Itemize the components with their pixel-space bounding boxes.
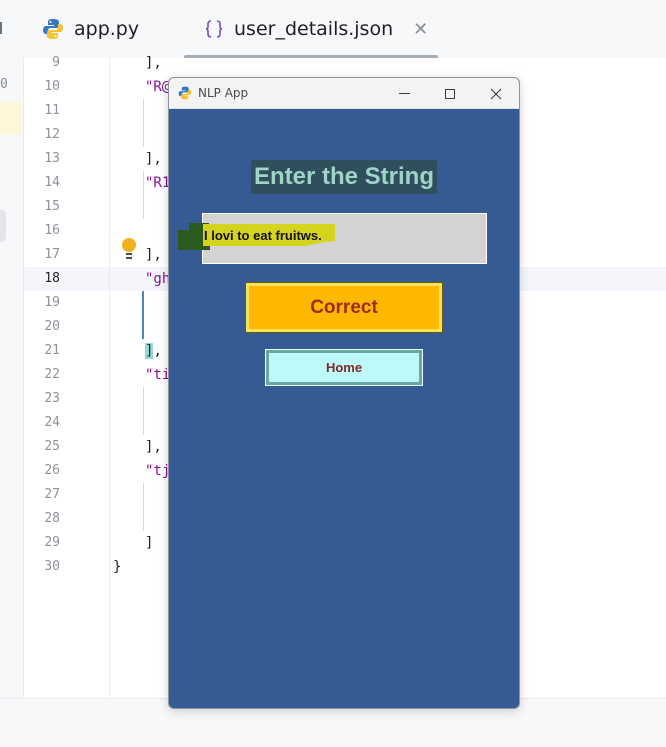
python-icon — [43, 19, 63, 39]
code-line: ], — [145, 55, 162, 71]
editor-tab-bar: app.py user_details.json ✕ — [0, 0, 666, 59]
code-line: "gh — [145, 271, 171, 287]
close-icon[interactable]: ✕ — [413, 19, 428, 40]
line-number: 11 — [44, 103, 60, 118]
line-number: 16 — [44, 223, 60, 238]
indent-guide — [143, 99, 144, 147]
line-number: 27 — [44, 487, 60, 502]
enter-string-heading: Enter the String — [251, 160, 437, 194]
window-title: NLP App — [198, 86, 249, 100]
line-number: 28 — [44, 511, 60, 526]
home-button[interactable]: Home — [265, 349, 423, 386]
line-number: 23 — [44, 391, 60, 406]
nlp-app-window: NLP App Enter the String I lovi to eat f… — [168, 77, 520, 709]
tool-window-strip: 0 — [0, 58, 24, 698]
line-number: 13 — [44, 151, 60, 166]
code-line: ] — [145, 535, 154, 551]
line-number: 14 — [44, 175, 60, 190]
line-number: 20 — [44, 319, 60, 334]
strip-glyph: 0 — [0, 77, 8, 92]
line-number: 29 — [44, 535, 60, 550]
line-number: 26 — [44, 463, 60, 478]
close-icon — [490, 88, 502, 99]
line-number: 24 — [44, 415, 60, 430]
window-close-button[interactable] — [473, 78, 519, 109]
line-number-current: 18 — [44, 271, 60, 286]
comma: , — [153, 343, 162, 359]
maximize-icon — [445, 88, 455, 99]
line-number: 21 — [44, 343, 60, 358]
tab-app-py[interactable]: app.py — [42, 0, 139, 58]
line-number: 10 — [44, 79, 60, 94]
string-input[interactable]: I lovi to eat fruitws. — [178, 213, 487, 264]
python-icon — [178, 86, 192, 100]
code-line: ], — [145, 439, 162, 455]
code-line: } — [113, 559, 122, 575]
window-titlebar[interactable]: NLP App — [169, 78, 519, 109]
code-line: ], — [145, 151, 162, 167]
line-number: 22 — [44, 367, 60, 382]
line-number: 19 — [44, 295, 60, 310]
code-line: "R@ — [145, 79, 171, 95]
lightbulb-icon[interactable] — [120, 236, 138, 262]
gutter-separator — [109, 58, 110, 698]
correct-button[interactable]: Correct — [245, 282, 443, 333]
tab-label: app.py — [74, 18, 140, 40]
strip-highlight — [0, 102, 22, 134]
collapsed-panel-indicator[interactable] — [0, 22, 4, 34]
line-number: 17 — [44, 247, 60, 262]
json-braces-icon — [205, 20, 223, 38]
string-input-value: I lovi to eat fruitws. — [204, 228, 322, 243]
line-number: 25 — [44, 439, 60, 454]
tab-user-details-json[interactable]: user_details.json ✕ — [184, 0, 438, 59]
indent-guide — [143, 171, 144, 219]
minimize-icon — [398, 93, 410, 94]
maximize-button[interactable] — [427, 78, 473, 109]
minimize-button[interactable] — [381, 78, 427, 109]
code-line: "ti — [145, 367, 171, 383]
line-number: 12 — [44, 127, 60, 142]
line-number: 9 — [52, 55, 60, 70]
tab-label: user_details.json — [234, 18, 394, 40]
line-number: 30 — [44, 559, 60, 574]
indent-guide — [143, 483, 144, 531]
indent-guide — [143, 387, 144, 435]
line-number: 15 — [44, 199, 60, 214]
code-line: "R1 — [145, 175, 171, 191]
indent-guide-active — [142, 291, 144, 339]
code-line: ], — [145, 339, 162, 363]
code-line: "tj — [145, 463, 171, 479]
strip-selected-marker — [0, 210, 6, 242]
code-line: ], — [145, 247, 162, 263]
